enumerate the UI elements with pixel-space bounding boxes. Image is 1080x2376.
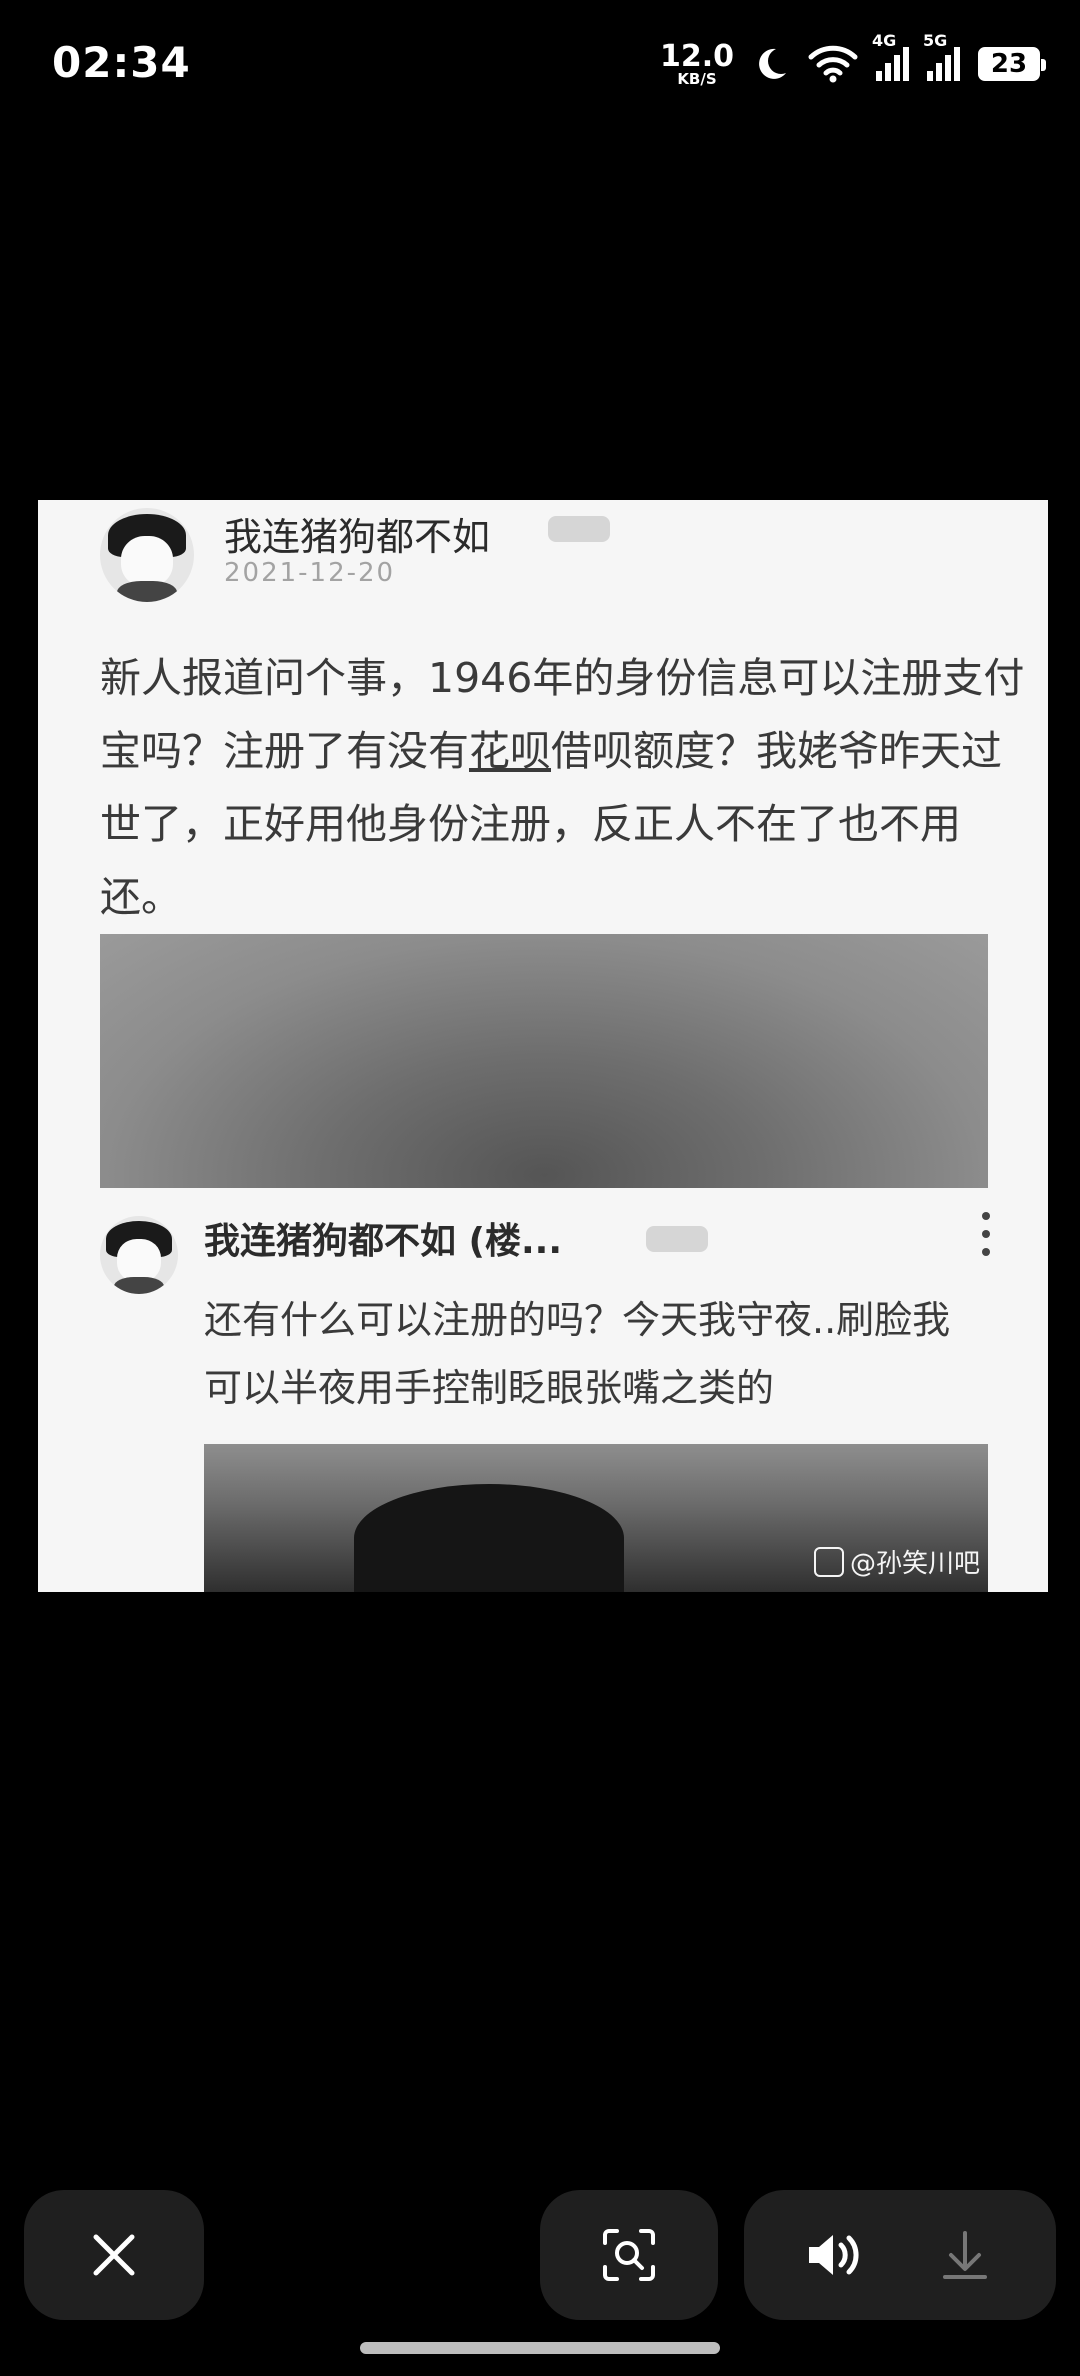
network-speed-unit: KB/S [677,69,717,88]
clock: 02:34 [52,38,191,87]
scan-search-icon [603,2229,655,2281]
close-button[interactable] [24,2190,204,2320]
level-badge-icon [548,516,610,542]
volume-button[interactable] [775,2205,895,2305]
avatar [100,508,194,602]
speaker-icon [809,2235,859,2275]
signal-4g-icon: 4G [872,31,909,81]
post-username: 我连猪狗都不如 [224,515,491,559]
network-speed: 12.0 KB/S [659,38,734,88]
signal-5g-label: 5G [923,31,948,50]
reply-username: 我连猪狗都不如 (楼... [204,1221,563,1262]
download-icon [943,2231,987,2279]
reply-level-badge-icon [646,1226,708,1252]
post-text: 新人报道问个事，1946年的身份信息可以注册支付宝吗？注册了有没有花呗借呗额度？… [100,642,1030,934]
signal-5g-icon: 5G [923,31,960,81]
reply-avatar [100,1216,178,1294]
wifi-icon [808,45,858,83]
watermark: @孙笑川吧 [813,1543,980,1580]
moon-icon [759,48,786,79]
status-bar: 02:34 12.0 KB/S 4G 5G 23 [0,0,1080,130]
download-button[interactable] [905,2205,1025,2305]
post-screenshot-image: 我连猪狗都不如 2021-12-20 新人报道问个事，1946年的身份信息可以注… [38,500,1048,1592]
network-speed-value: 12.0 [659,38,734,74]
battery-icon: 23 [978,47,1046,81]
status-icons: 12.0 KB/S 4G 5G 23 [659,31,1046,90]
watermark-text: @孙笑川吧 [849,1549,980,1579]
home-indicator[interactable] [360,2342,720,2354]
huabei-link: 花呗 [469,727,551,775]
post-photo [100,934,988,1188]
watermark-logo-icon [813,1546,844,1577]
post-date: 2021-12-20 [224,558,396,588]
image-search-button[interactable] [540,2190,718,2320]
close-icon [93,2234,135,2276]
media-controls [744,2190,1056,2320]
reply-text: 还有什么可以注册的吗？今天我守夜..刷脸我可以半夜用手控制眨眼张嘴之类的 [204,1298,951,1410]
reply-photo: @孙笑川吧 [204,1444,988,1592]
signal-4g-label: 4G [872,31,897,50]
more-options-icon [982,1212,990,1256]
